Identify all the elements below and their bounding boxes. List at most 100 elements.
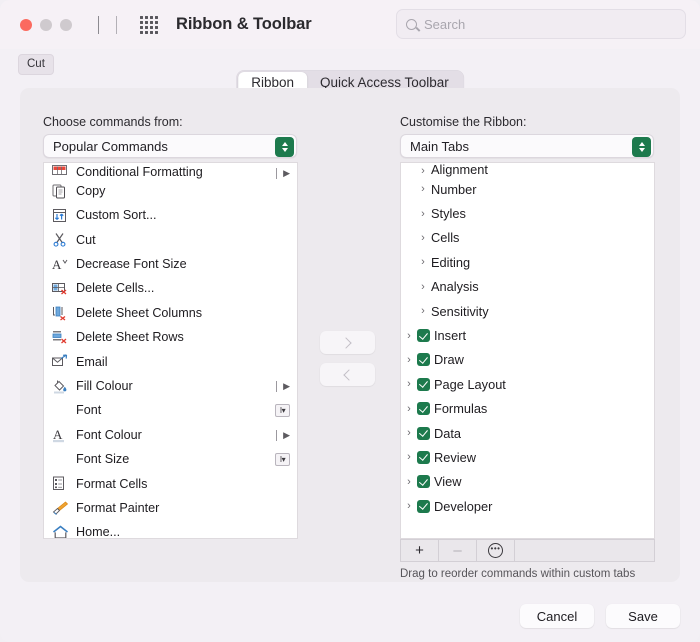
tab-checkbox[interactable]	[417, 500, 430, 513]
ribbon-tab-item[interactable]: ›Analysis	[401, 275, 654, 299]
customise-ribbon-value: Main Tabs	[410, 139, 469, 154]
disclosure-chevron-icon[interactable]: ›	[415, 281, 431, 293]
ribbon-tab-label: Sensitivity	[431, 304, 489, 319]
ribbon-tab-item[interactable]: ›Review	[401, 445, 654, 469]
tab-checkbox[interactable]	[417, 329, 430, 342]
disclosure-chevron-icon[interactable]: ›	[401, 500, 417, 512]
command-list-item[interactable]: Delete Sheet Rows	[44, 325, 297, 349]
disclosure-chevron-icon[interactable]: ›	[415, 183, 431, 195]
submenu-arrow-icon[interactable]: ▶	[276, 430, 290, 441]
chevron-right-icon	[340, 337, 351, 348]
command-list-item[interactable]: Copy	[44, 179, 297, 203]
cancel-button[interactable]: Cancel	[520, 604, 594, 628]
remove-item-button[interactable]: –	[439, 540, 477, 561]
command-list-item[interactable]: Font I▾	[44, 399, 297, 423]
remove-from-ribbon-button[interactable]	[320, 363, 375, 386]
add-to-ribbon-button[interactable]	[320, 331, 375, 354]
format-cells-icon	[52, 476, 69, 491]
disclosure-chevron-icon[interactable]: ›	[415, 232, 431, 244]
submenu-arrow-icon[interactable]: ▶	[276, 381, 290, 392]
command-label: Email	[76, 356, 108, 369]
tab-checkbox[interactable]	[417, 451, 430, 464]
command-list-item[interactable]: Custom Sort...	[44, 203, 297, 227]
conditional-formatting-icon	[52, 164, 69, 179]
combo-box-icon[interactable]: I▾	[275, 404, 290, 417]
ribbon-tab-label: Draw	[434, 352, 464, 367]
zoom-button[interactable]	[60, 19, 72, 31]
tab-checkbox[interactable]	[417, 475, 430, 488]
disclosure-chevron-icon[interactable]: ›	[401, 354, 417, 366]
back-chevron-icon[interactable]	[98, 16, 99, 34]
ribbon-tab-item[interactable]: ›Sensitivity	[401, 299, 654, 323]
disclosure-chevron-icon[interactable]: ›	[415, 305, 431, 317]
ribbon-tab-item[interactable]: ›Number	[401, 177, 654, 201]
forward-chevron-icon[interactable]	[116, 16, 117, 34]
more-options-button[interactable]: •••	[477, 540, 515, 561]
command-label: Cut	[76, 234, 96, 247]
settings-panel: Choose commands from: Customise the Ribb…	[20, 88, 680, 582]
command-list-item[interactable]: Conditional Formatting▶	[44, 163, 297, 179]
tooltip-cut: Cut	[18, 54, 54, 75]
ribbon-tab-item[interactable]: ›Alignment	[401, 163, 654, 177]
search-input[interactable]: Search	[396, 9, 686, 39]
command-list-item[interactable]: Email	[44, 350, 297, 374]
ribbon-tabs-list[interactable]: ›Alignment›Number›Styles›Cells›Editing›A…	[400, 162, 655, 539]
tab-checkbox[interactable]	[417, 427, 430, 440]
delete-sheet-rows-icon	[52, 330, 69, 345]
disclosure-chevron-icon[interactable]: ›	[401, 378, 417, 390]
minimize-button[interactable]	[40, 19, 52, 31]
command-list-item[interactable]: Home...	[44, 520, 297, 539]
customise-ribbon-dropdown[interactable]: Main Tabs	[400, 134, 654, 158]
disclosure-chevron-icon[interactable]: ›	[415, 208, 431, 220]
command-list-item[interactable]: Delete Cells...	[44, 277, 297, 301]
tab-checkbox[interactable]	[417, 378, 430, 391]
disclosure-chevron-icon[interactable]: ›	[401, 451, 417, 463]
ribbon-tab-item[interactable]: ›Page Layout	[401, 372, 654, 396]
command-list-item[interactable]: Fill Colour ▶	[44, 374, 297, 398]
tab-checkbox[interactable]	[417, 353, 430, 366]
combo-box-icon[interactable]: I▾	[275, 453, 290, 466]
nav-arrows	[98, 16, 117, 34]
delete-sheet-columns-icon	[52, 306, 69, 321]
choose-commands-value: Popular Commands	[53, 139, 168, 154]
reorder-hint: Drag to reorder commands within custom t…	[400, 568, 635, 580]
disclosure-chevron-icon[interactable]: ›	[401, 427, 417, 439]
save-button[interactable]: Save	[606, 604, 680, 628]
disclosure-chevron-icon[interactable]: ›	[401, 476, 417, 488]
command-list-item[interactable]: Delete Sheet Columns	[44, 301, 297, 325]
all-settings-grid-icon[interactable]	[140, 16, 158, 34]
ribbon-tab-item[interactable]: ›View	[401, 470, 654, 494]
command-list-item[interactable]: Font SizeI▾	[44, 447, 297, 471]
command-label: Font Colour	[76, 429, 142, 442]
ribbon-tab-item[interactable]: ›Editing	[401, 250, 654, 274]
command-list-item[interactable]: ADecrease Font Size	[44, 252, 297, 276]
ribbon-tab-item[interactable]: ›Data	[401, 421, 654, 445]
submenu-arrow-icon[interactable]: ▶	[276, 168, 290, 179]
ribbon-tab-item[interactable]: ›Insert	[401, 323, 654, 347]
ribbon-tab-label: Cells	[431, 230, 459, 245]
ribbon-tab-item[interactable]: › Draw	[401, 348, 654, 372]
ribbon-tab-item[interactable]: ›Developer	[401, 494, 654, 518]
command-list-item[interactable]: Format Painter	[44, 496, 297, 520]
command-list-item[interactable]: Cut	[44, 228, 297, 252]
command-label: Fill Colour	[76, 380, 133, 393]
ribbon-tab-item[interactable]: ›Cells	[401, 226, 654, 250]
command-list-item[interactable]: AFont Colour▶	[44, 423, 297, 447]
disclosure-chevron-icon[interactable]: ›	[401, 330, 417, 342]
copy-icon	[52, 184, 69, 199]
ribbon-tab-item[interactable]: ›Styles	[401, 201, 654, 225]
disclosure-chevron-icon[interactable]: ›	[401, 403, 417, 415]
ribbon-tab-item[interactable]: ›Formulas	[401, 397, 654, 421]
disclosure-chevron-icon[interactable]: ›	[415, 256, 431, 268]
tab-checkbox[interactable]	[417, 402, 430, 415]
scissors-icon	[52, 232, 69, 247]
disclosure-chevron-icon[interactable]: ›	[415, 165, 431, 177]
add-item-button[interactable]: +	[401, 540, 439, 561]
command-list-item[interactable]: Format Cells	[44, 472, 297, 496]
ribbon-tab-label: Alignment	[431, 163, 488, 177]
command-label: Font	[76, 404, 101, 417]
choose-commands-dropdown[interactable]: Popular Commands	[43, 134, 297, 158]
commands-list[interactable]: Conditional Formatting▶CopyCustom Sort..…	[43, 162, 298, 539]
customise-ribbon-label: Customise the Ribbon:	[400, 115, 526, 129]
close-button[interactable]	[20, 19, 32, 31]
